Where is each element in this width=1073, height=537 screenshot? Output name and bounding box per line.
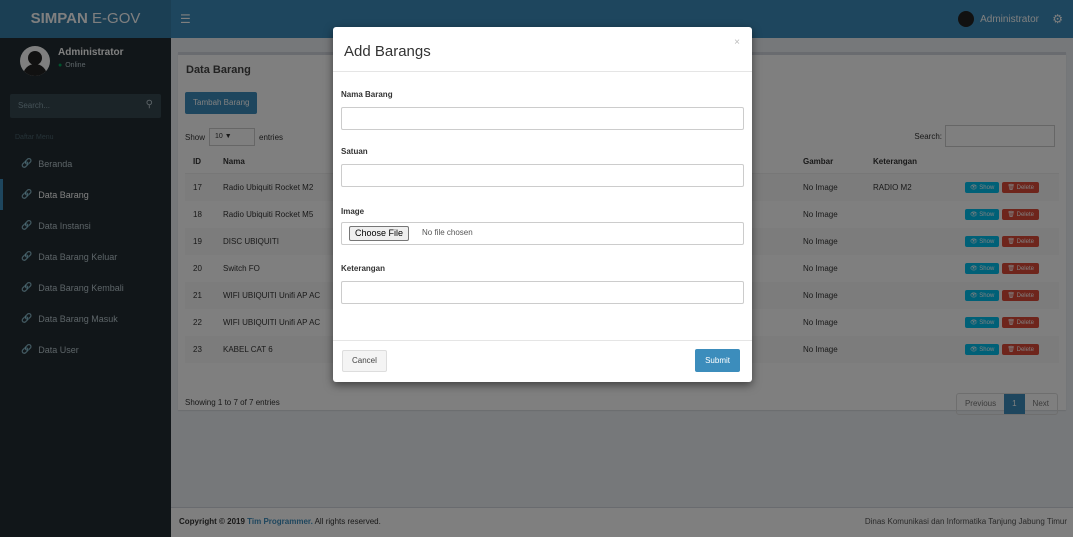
keterangan-input[interactable]	[341, 281, 744, 304]
cancel-button[interactable]: Cancel	[342, 350, 387, 372]
add-barang-modal: Add Barangs × Nama Barang Satuan Image C…	[333, 27, 752, 382]
nama-barang-input[interactable]	[341, 107, 744, 130]
image-file-input: Choose File No file chosen	[341, 222, 744, 245]
modal-footer-divider	[333, 340, 752, 341]
satuan-label: Satuan	[341, 147, 368, 156]
submit-button[interactable]: Submit	[695, 349, 740, 372]
file-status: No file chosen	[422, 228, 473, 237]
image-label: Image	[341, 207, 365, 216]
nama-barang-label: Nama Barang	[341, 90, 393, 99]
modal-header-divider	[333, 71, 752, 72]
choose-file-button[interactable]: Choose File	[349, 226, 410, 241]
satuan-input[interactable]	[341, 164, 744, 187]
modal-title: Add Barangs	[344, 43, 431, 60]
close-icon[interactable]: ×	[734, 37, 740, 48]
keterangan-label: Keterangan	[341, 264, 386, 273]
